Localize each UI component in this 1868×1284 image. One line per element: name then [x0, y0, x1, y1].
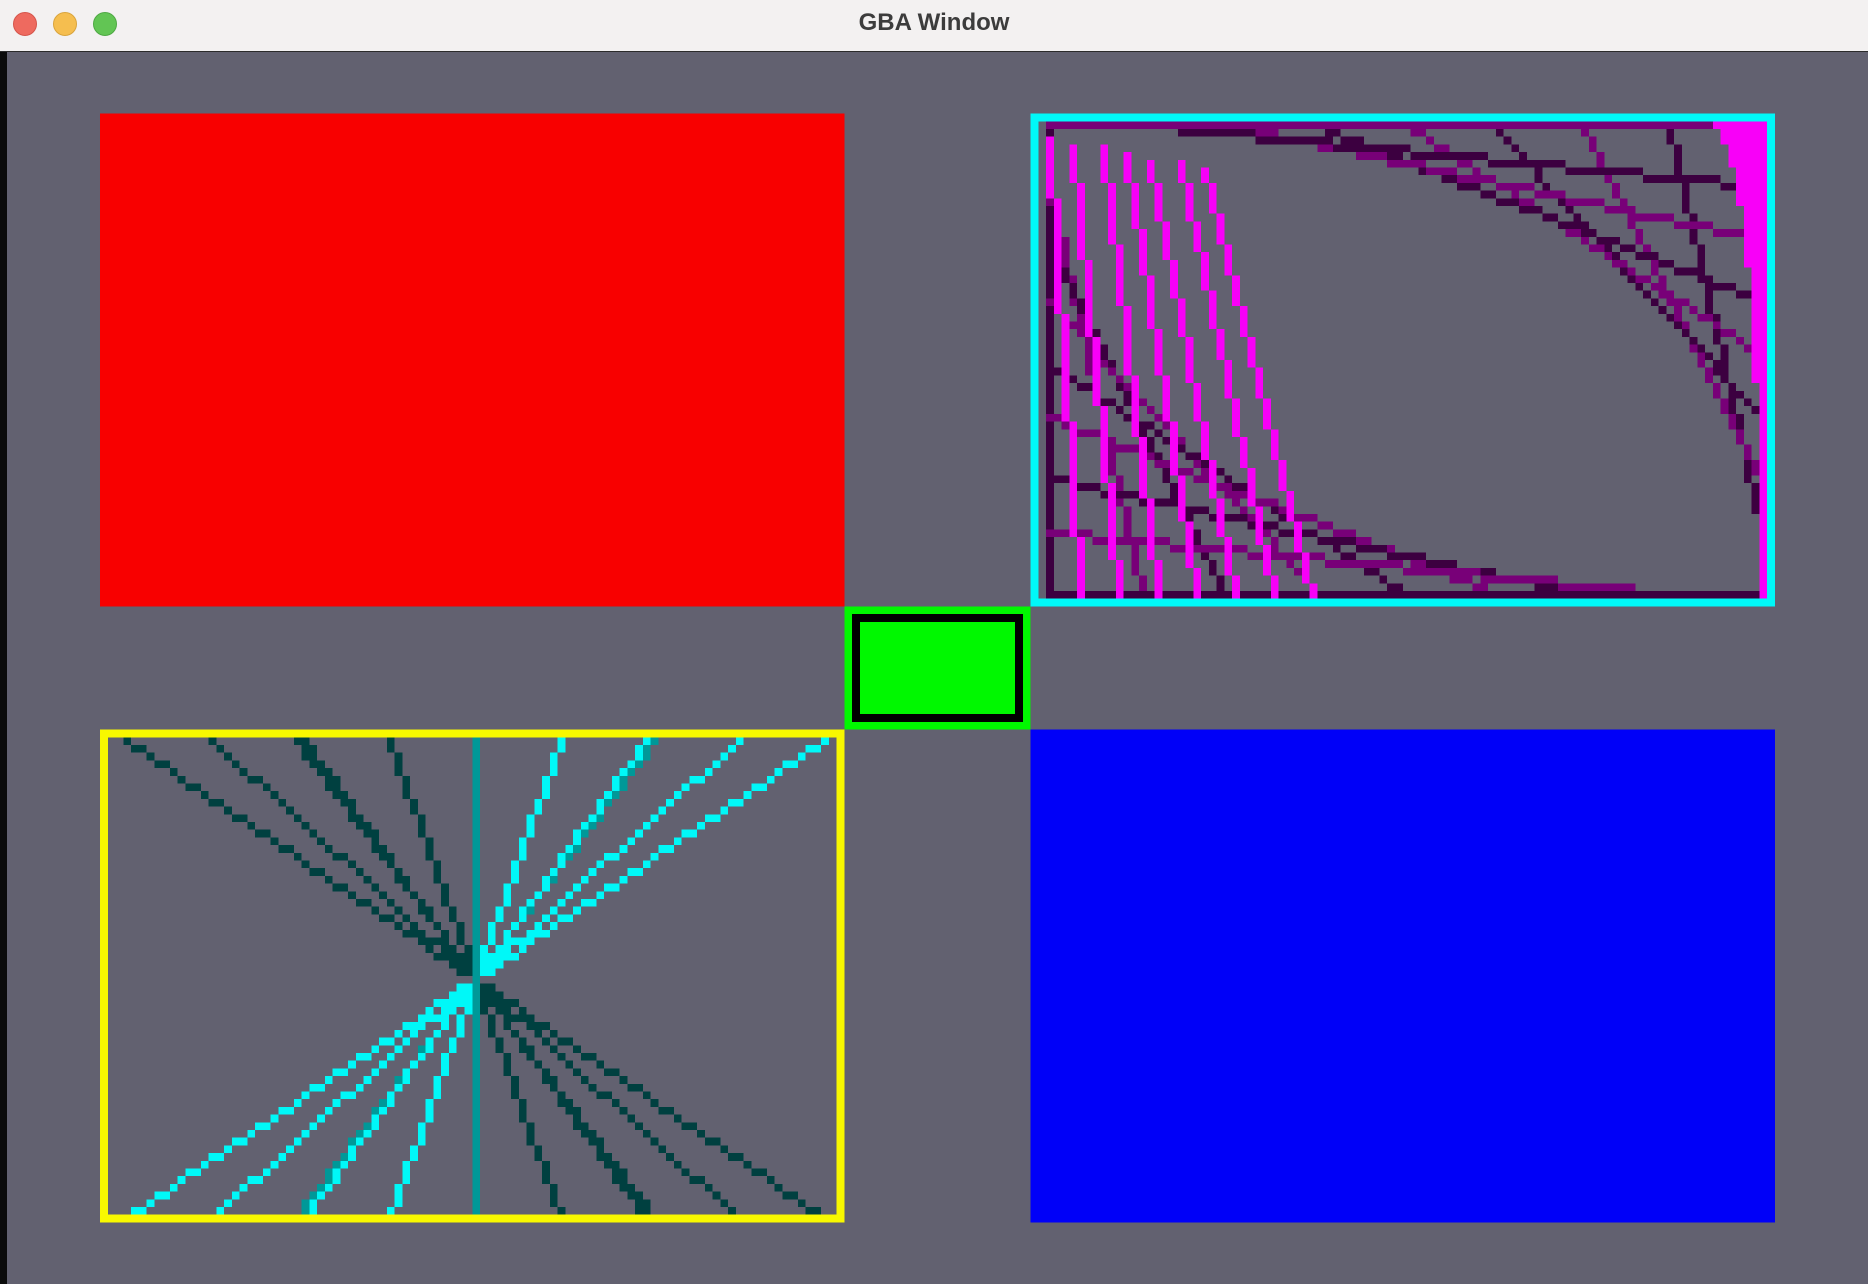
yellow-outlined-rectangle: [102, 734, 846, 1231]
window-title: GBA Window: [858, 9, 1010, 36]
title-bar[interactable]: GBA Window: [0, 0, 1868, 52]
gba-window: GBA Window: [0, 0, 1868, 1284]
red-filled-rectangle: [102, 113, 846, 610]
blue-filled-rectangle: [1032, 734, 1776, 1231]
green-center-rectangle: [846, 610, 1032, 734]
cyan-outlined-rectangle: [1032, 113, 1776, 610]
left-edge: [0, 52, 7, 1284]
